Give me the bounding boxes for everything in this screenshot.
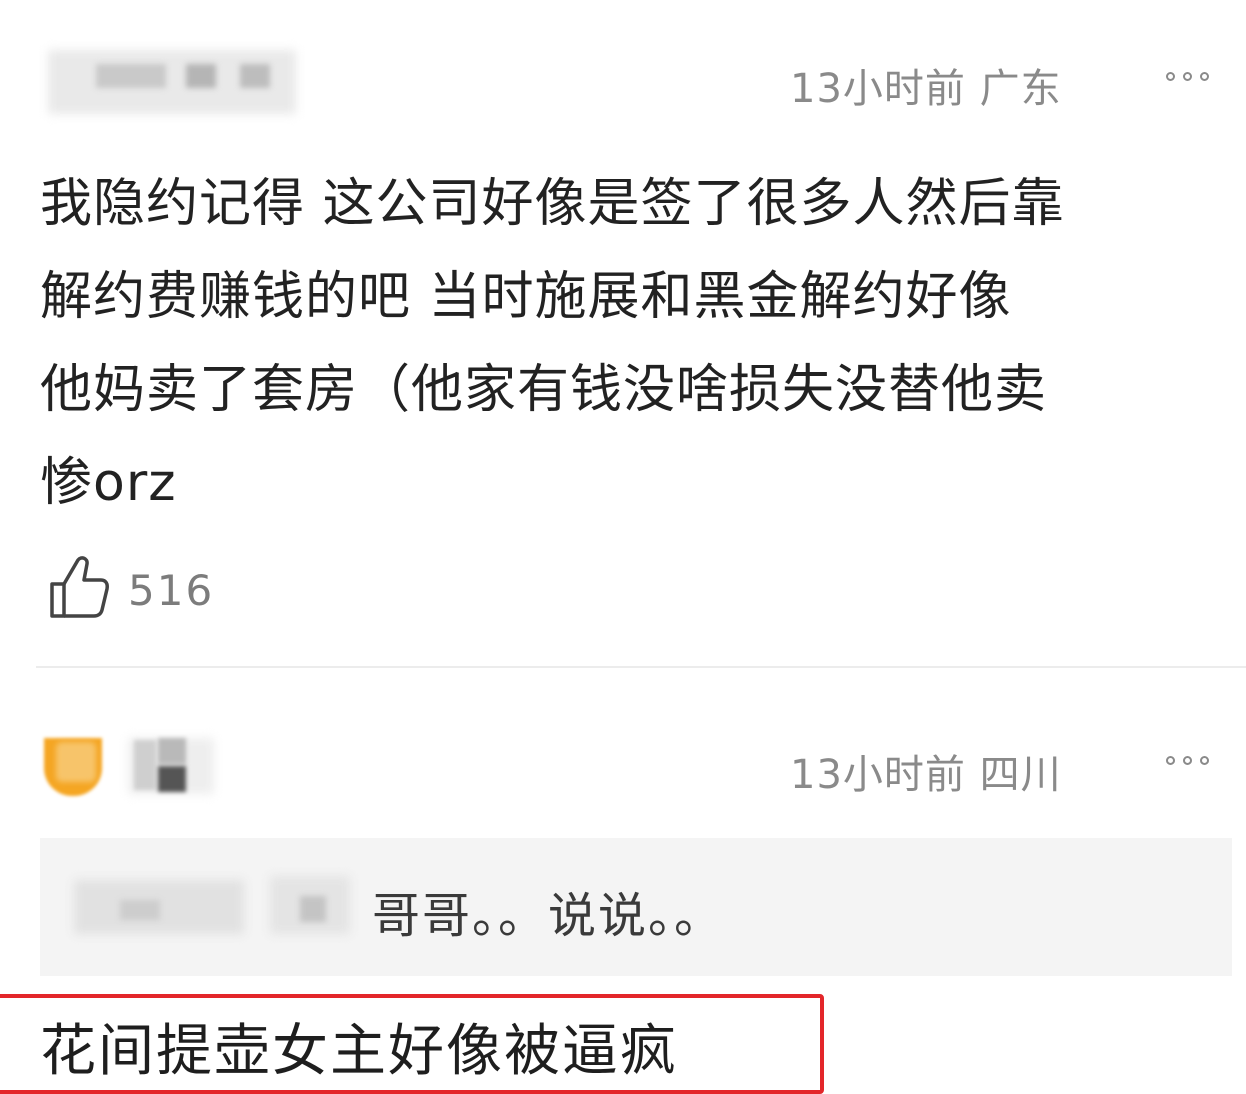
like-count: 516 [128, 566, 215, 615]
quoted-reply-text: 哥哥。。说说。。 [372, 888, 725, 944]
comment-time-location: 13小时前 广东 [790, 66, 1062, 112]
comment-line: 惨orz [40, 453, 177, 513]
thumbs-up-icon[interactable] [48, 554, 110, 620]
comment-body: 花间提壶女主好像被逼疯 [40, 1019, 678, 1084]
divider [36, 666, 1246, 668]
more-icon[interactable] [1166, 756, 1209, 765]
comment-body: 我隐约记得 这公司好像是签了很多人然后靠 解约费赚钱的吧 当时施展和黑金解约好像… [40, 158, 1235, 530]
comment-time-location: 13小时前 四川 [790, 752, 1062, 798]
comment-line: 他妈卖了套房（他家有钱没啥损失没替他卖 [40, 360, 1048, 420]
comment-line: 解约费赚钱的吧 当时施展和黑金解约好像 [40, 267, 1012, 327]
comment-line: 我隐约记得 这公司好像是签了很多人然后靠 [40, 174, 1065, 234]
more-icon[interactable] [1166, 72, 1209, 81]
